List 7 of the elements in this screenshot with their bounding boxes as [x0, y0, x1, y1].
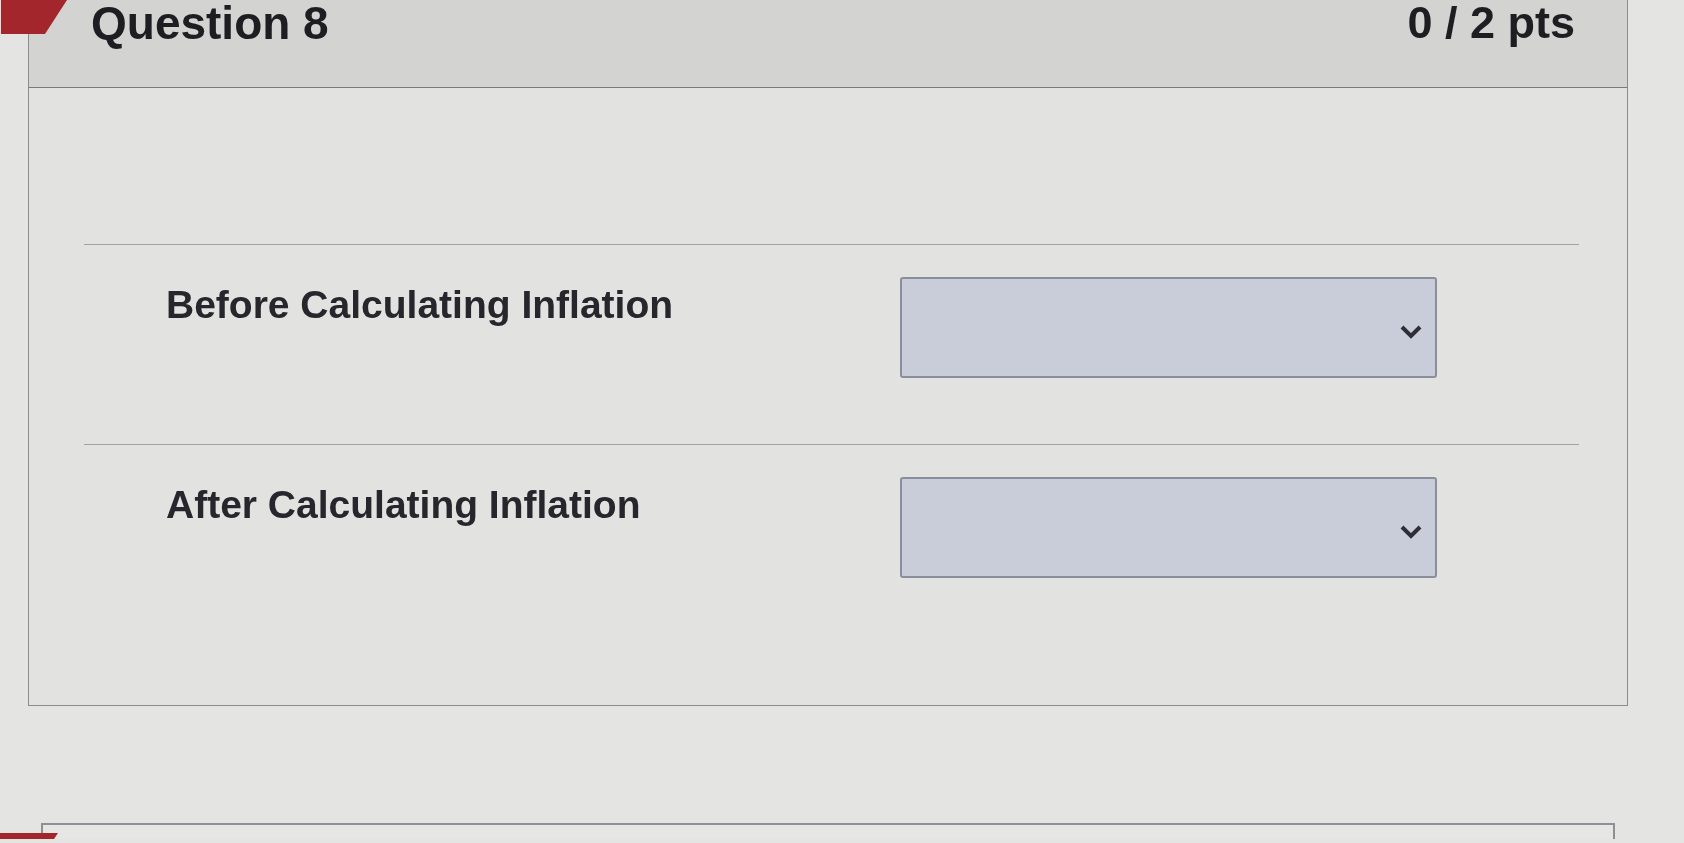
answer-dropdown[interactable]	[900, 277, 1437, 378]
chevron-down-icon	[1399, 324, 1423, 339]
chevron-down-icon	[1399, 524, 1423, 539]
answer-label: After Calculating Inflation	[166, 483, 641, 527]
answer-label: Before Calculating Inflation	[166, 283, 674, 327]
question-points: 0 / 2 pts	[1407, 0, 1575, 45]
answer-dropdown[interactable]	[900, 477, 1437, 578]
